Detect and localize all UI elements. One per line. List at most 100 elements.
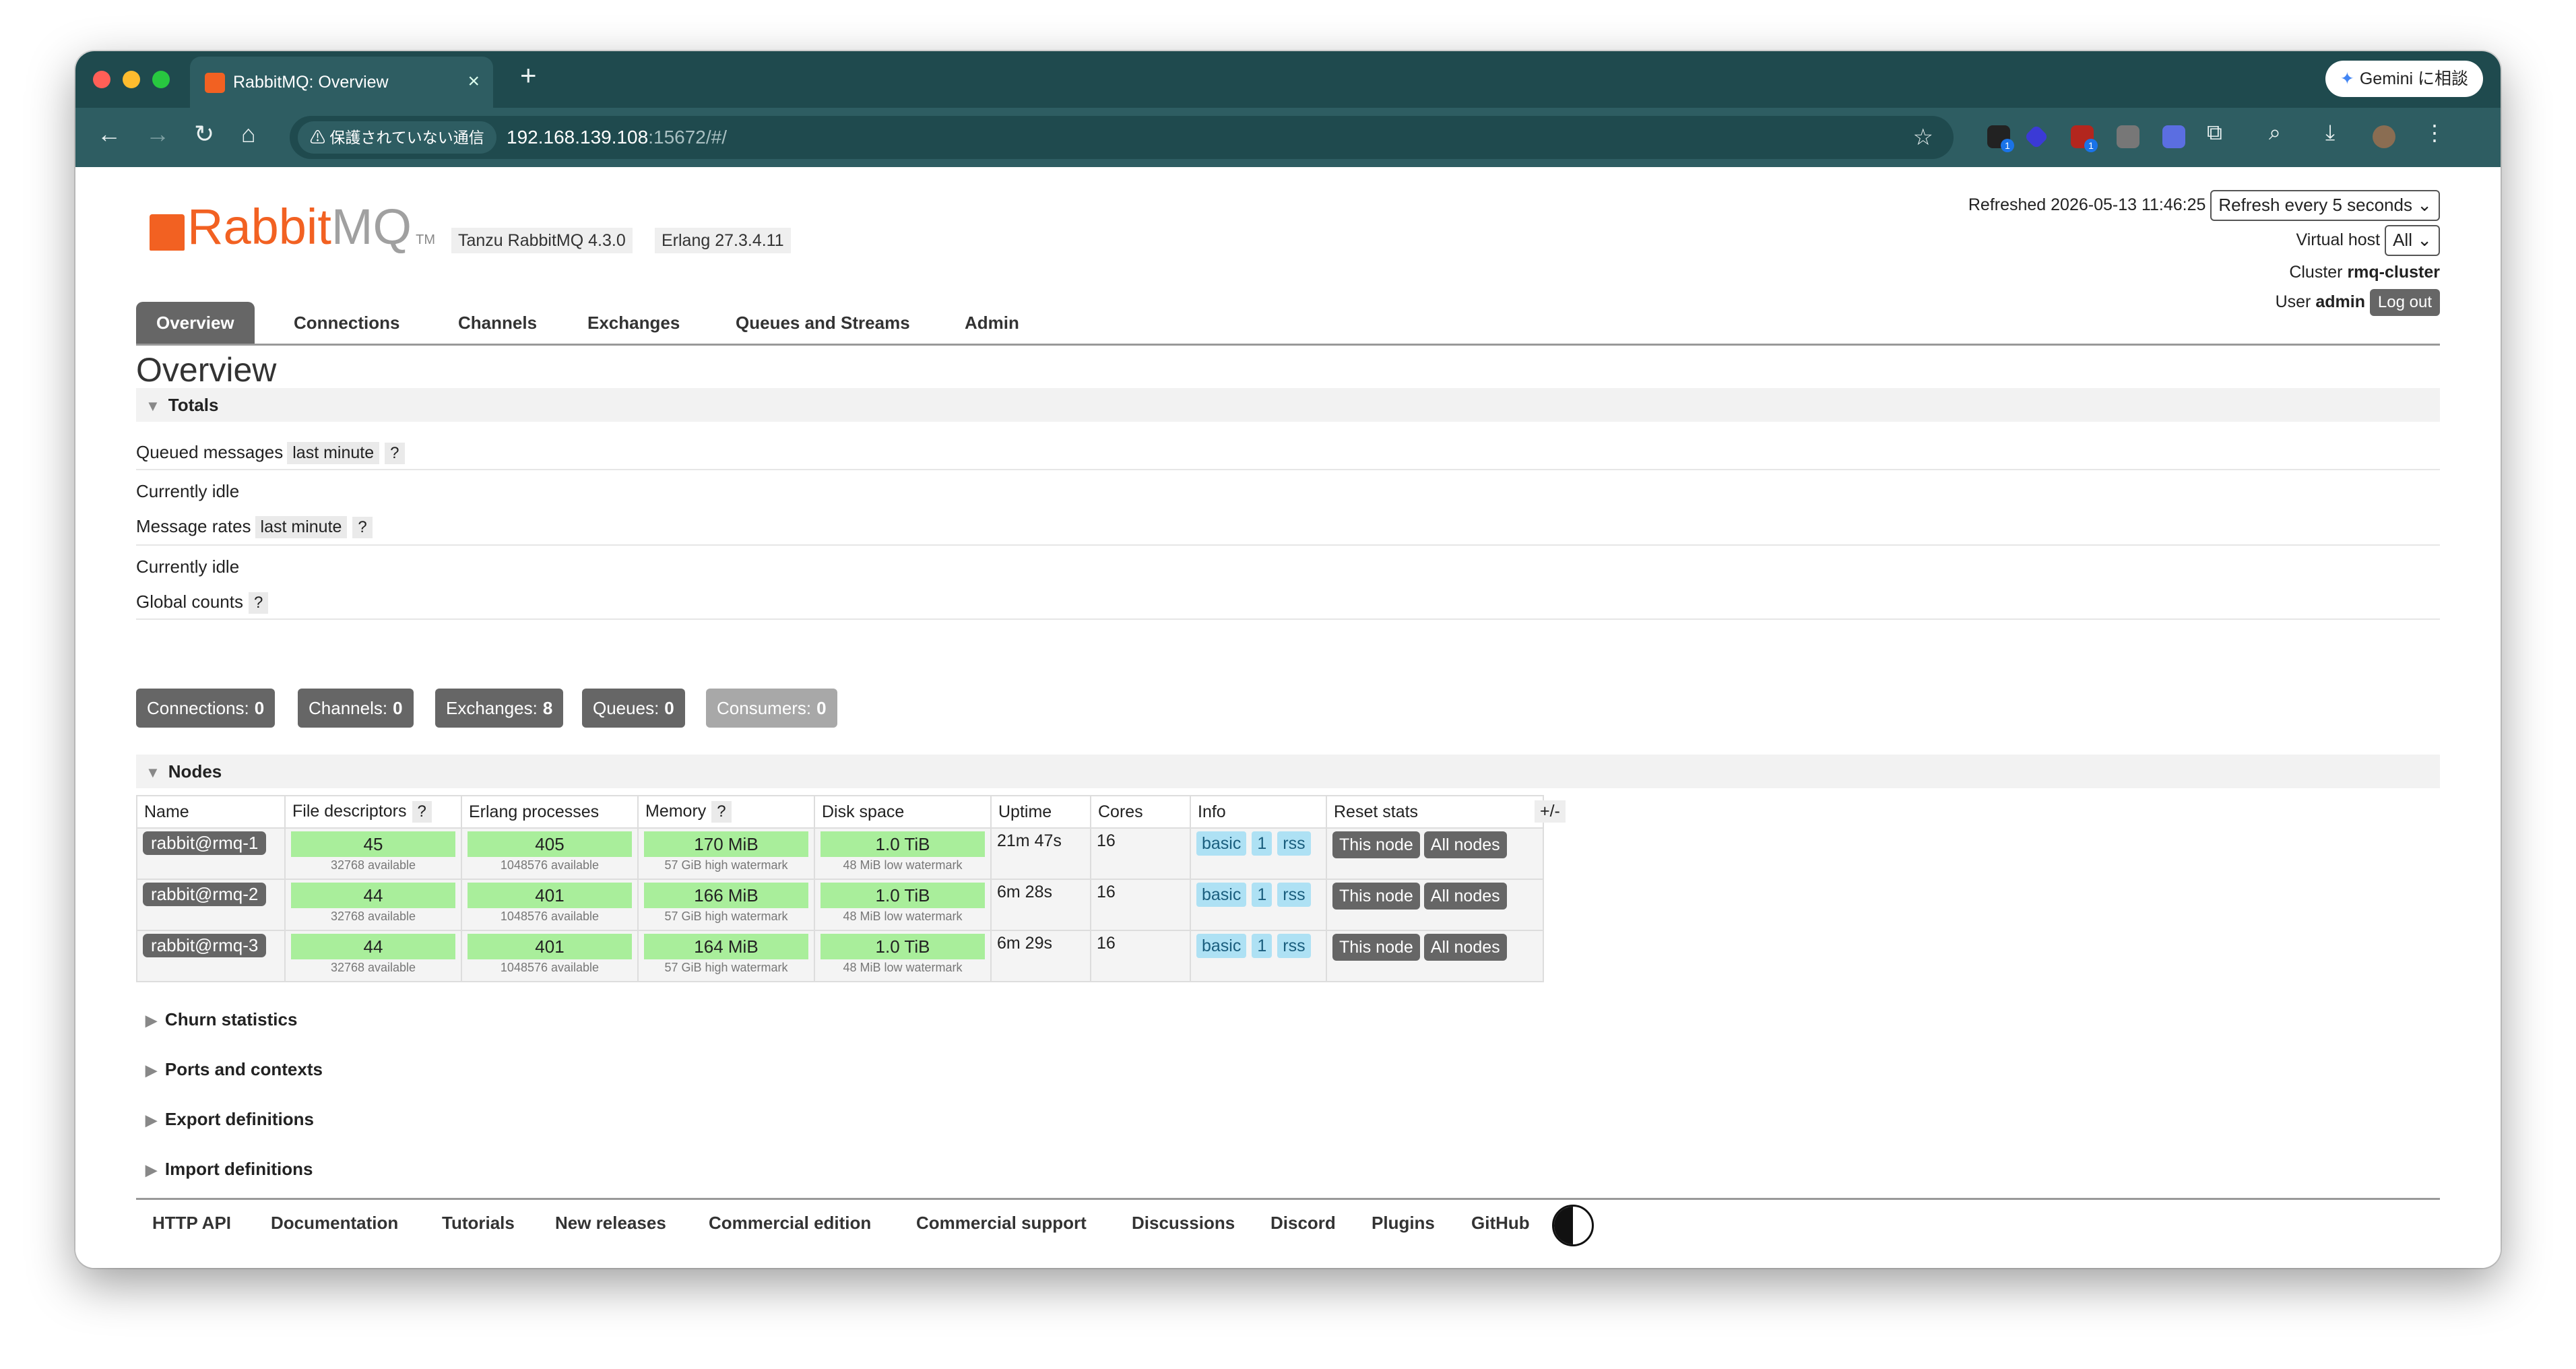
consumers-count[interactable]: Consumers: 0 (706, 689, 837, 728)
info-one-chip[interactable]: 1 (1252, 883, 1273, 907)
queued-idle-text: Currently idle (136, 481, 240, 501)
address-bar[interactable]: ⚠ 保護されていない通信 192.168.139.108:15672/#/ ☆ (290, 116, 1954, 159)
info-rss-chip[interactable]: rss (1277, 934, 1311, 958)
gemini-button[interactable]: ✦ Gemini に相談 (2325, 61, 2483, 97)
churn-statistics-toggle[interactable]: ▶ Churn statistics (136, 1002, 297, 1036)
extension-icon[interactable]: 1 (2071, 125, 2098, 152)
import-definitions-toggle[interactable]: ▶ Import definitions (136, 1152, 313, 1186)
export-definitions-toggle[interactable]: ▶ Export definitions (136, 1102, 314, 1136)
global-counts-help-button[interactable]: ? (248, 592, 269, 614)
reset-all-nodes-button[interactable]: All nodes (1423, 831, 1507, 858)
cores-cell: 16 (1090, 827, 1191, 880)
exchanges-count[interactable]: Exchanges: 8 (435, 689, 564, 728)
home-icon[interactable]: ⌂ (241, 120, 256, 148)
tab-overview[interactable]: Overview (136, 302, 255, 344)
reload-icon[interactable]: ↻ (194, 120, 214, 148)
channels-count[interactable]: Channels: 0 (298, 689, 414, 728)
extension-icon[interactable] (2162, 125, 2185, 148)
tab-queues-and-streams[interactable]: Queues and Streams (715, 302, 930, 344)
footer-link-commercial-edition[interactable]: Commercial edition (709, 1213, 871, 1234)
tab-connections[interactable]: Connections (273, 302, 420, 344)
columns-toggle-button[interactable]: +/- (1535, 800, 1566, 823)
maximize-window-button[interactable] (152, 71, 170, 88)
footer-link-tutorials[interactable]: Tutorials (442, 1213, 515, 1234)
minimize-window-button[interactable] (123, 71, 140, 88)
extension-icon[interactable] (2024, 124, 2049, 150)
theme-toggle-icon[interactable] (1552, 1205, 1594, 1246)
ports-and-contexts-toggle[interactable]: ▶ Ports and contexts (136, 1052, 323, 1086)
tab-admin[interactable]: Admin (944, 302, 1039, 344)
col-info: Info (1190, 795, 1327, 829)
fd-help-button[interactable]: ? (412, 801, 432, 823)
reset-all-nodes-button[interactable]: All nodes (1423, 934, 1507, 961)
disk-gauge: 1.0 TiB (820, 831, 985, 857)
security-chip[interactable]: ⚠ 保護されていない通信 (298, 121, 496, 154)
caret-down-icon: ▼ (146, 764, 160, 781)
queues-count[interactable]: Queues: 0 (582, 689, 685, 728)
count-label: Queues: (593, 698, 659, 718)
extension-icon[interactable]: 1 (1987, 125, 2014, 152)
queued-help-button[interactable]: ? (385, 443, 405, 464)
col-uptime: Uptime (990, 795, 1091, 829)
footer-link-discussions[interactable]: Discussions (1132, 1213, 1235, 1234)
footer-link-http-api[interactable]: HTTP API (152, 1213, 231, 1234)
footer-link-documentation[interactable]: Documentation (271, 1213, 398, 1234)
footer-link-new-releases[interactable]: New releases (555, 1213, 666, 1234)
col-cores: Cores (1090, 795, 1191, 829)
profile-avatar[interactable] (2373, 125, 2395, 148)
rabbitmq-logo[interactable]: RabbitMQ TM (150, 202, 435, 252)
info-basic-chip[interactable]: basic (1196, 883, 1247, 907)
new-tab-button[interactable]: + (520, 59, 537, 92)
back-arrow-icon[interactable]: ← (97, 120, 121, 148)
browser-tab[interactable]: RabbitMQ: Overview × (190, 57, 493, 108)
forward-arrow-icon[interactable]: → (146, 120, 170, 148)
info-basic-chip[interactable]: basic (1196, 934, 1247, 958)
footer-link-commercial-support[interactable]: Commercial support (916, 1213, 1087, 1234)
rates-window-selector[interactable]: last minute (255, 516, 348, 538)
tab-close-icon[interactable]: × (468, 70, 480, 93)
totals-section-toggle[interactable]: ▼ Totals (136, 388, 2440, 422)
star-icon[interactable]: ☆ (1913, 124, 1933, 151)
refresh-select[interactable]: Refresh every 5 seconds ⌄ (2210, 190, 2440, 222)
node-link[interactable]: rabbit@rmq-3 (143, 934, 267, 957)
proc-gauge: 401 (468, 934, 632, 959)
proc-cell: 401 1048576 available (461, 930, 639, 982)
memory-cell: 164 MiB 57 GiB high watermark (637, 930, 815, 982)
connections-count[interactable]: Connections: 0 (136, 689, 276, 728)
queued-window-selector[interactable]: last minute (287, 442, 380, 464)
security-label: 保護されていない通信 (329, 129, 484, 146)
nodes-section-toggle[interactable]: ▼ Nodes (136, 755, 2440, 788)
caret-right-icon: ▶ (146, 1161, 157, 1178)
cores-cell: 16 (1090, 930, 1191, 982)
extension-icon[interactable] (2117, 125, 2139, 148)
memory-help-button[interactable]: ? (711, 801, 732, 823)
info-one-chip[interactable]: 1 (1252, 831, 1273, 856)
reset-this-node-button[interactable]: This node (1332, 934, 1420, 961)
node-link[interactable]: rabbit@rmq-1 (143, 831, 267, 855)
node-name-cell: rabbit@rmq-2 (136, 879, 286, 931)
more-vert-icon[interactable]: ⋮ (2424, 120, 2445, 146)
tab-search-icon[interactable]: ⌕ (2269, 120, 2281, 146)
reset-this-node-button[interactable]: This node (1332, 883, 1420, 910)
url-text[interactable]: 192.168.139.108:15672/#/ (507, 127, 727, 148)
tab-exchanges[interactable]: Exchanges (567, 302, 700, 344)
footer-link-plugins[interactable]: Plugins (1372, 1213, 1435, 1234)
node-link[interactable]: rabbit@rmq-2 (143, 883, 267, 906)
vhost-select[interactable]: All ⌄ (2385, 225, 2440, 257)
info-basic-chip[interactable]: basic (1196, 831, 1247, 856)
download-icon[interactable]: ⤓ (2325, 120, 2335, 146)
footer-link-github[interactable]: GitHub (1471, 1213, 1530, 1234)
info-rss-chip[interactable]: rss (1277, 883, 1311, 907)
count-label: Connections: (147, 698, 249, 718)
reset-this-node-button[interactable]: This node (1332, 831, 1420, 858)
info-one-chip[interactable]: 1 (1252, 934, 1273, 958)
rates-help-button[interactable]: ? (352, 517, 373, 538)
reset-all-nodes-button[interactable]: All nodes (1423, 883, 1507, 910)
footer-link-discord[interactable]: Discord (1270, 1213, 1336, 1234)
info-rss-chip[interactable]: rss (1277, 831, 1311, 856)
close-window-button[interactable] (93, 71, 110, 88)
vhost-select-value: All (2393, 230, 2412, 251)
puzzle-icon[interactable]: ⧉ (2207, 120, 2222, 146)
tab-channels[interactable]: Channels (438, 302, 557, 344)
nodes-heading: Nodes (168, 761, 222, 782)
